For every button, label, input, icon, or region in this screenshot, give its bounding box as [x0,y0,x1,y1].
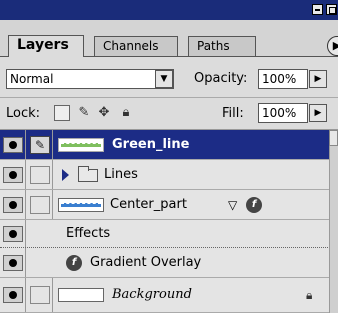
fill-input[interactable]: 100% [258,103,308,123]
scrollbar-thumb[interactable] [329,130,338,146]
layer-thumbnail [58,288,104,302]
effects-header-row[interactable]: Effects [0,220,338,248]
layer-name[interactable]: Lines [104,166,138,184]
effects-label: Effects [66,225,111,241]
blend-mode-value: Normal [10,72,54,86]
layer-lock-icon: 🔒︎ [306,288,313,302]
lock-transparency-icon[interactable] [54,105,70,121]
visibility-eye-icon[interactable] [3,196,23,213]
opacity-input[interactable]: 100% [258,69,308,89]
link-box[interactable] [30,286,50,304]
layer-list-scrollbar[interactable] [329,130,338,313]
layer-row-lines[interactable]: Lines [0,160,338,190]
effects-icon: f [246,196,262,213]
layer-name[interactable]: Center_part [110,196,187,214]
folder-icon [78,165,98,182]
blend-row: Normal ▼ Opacity: 100% ▶ [0,58,338,98]
layer-name[interactable]: Green_line [112,136,189,154]
layer-thumbnail [58,197,104,212]
palette-tabs: Layers Channels Paths ▶ [0,20,338,58]
fill-slider-arrow-icon[interactable]: ▶ [309,104,327,122]
blend-mode-dropdown-icon[interactable]: ▼ [155,70,173,88]
effects-collapse-icon[interactable]: ▽ [228,197,237,213]
brush-icon: ✎ [30,135,50,154]
lock-label: Lock: [6,106,41,121]
lock-paint-icon[interactable]: ✎ [76,105,92,121]
effect-name[interactable]: Gradient Overlay [90,254,201,272]
effect-row-gradient-overlay[interactable]: f Gradient Overlay [0,248,338,278]
tab-layers[interactable]: Layers [8,35,84,57]
layer-row-center-part[interactable]: Center_part ▽ f [0,190,338,220]
link-box[interactable] [30,165,50,184]
fill-label: Fill: [222,106,244,121]
layer-row-green-line[interactable]: ✎ Green_line [0,130,338,160]
opacity-slider-arrow-icon[interactable]: ▶ [309,70,327,88]
tab-paths[interactable]: Paths [188,36,256,56]
lock-row: Lock: ✎ ✥ 🔒︎ Fill: 100% ▶ [0,98,338,130]
visibility-eye-icon[interactable] [3,225,23,242]
close-button[interactable] [326,4,337,15]
palette-title-bar[interactable] [0,0,338,20]
expand-triangle-icon[interactable] [62,168,69,181]
effect-icon: f [66,254,82,271]
blend-mode-select[interactable]: Normal [6,69,174,89]
opacity-label: Opacity: [194,71,248,86]
minimize-button[interactable] [312,4,323,15]
link-box[interactable] [30,195,50,214]
visibility-eye-icon[interactable] [3,287,23,303]
lock-move-icon[interactable]: ✥ [96,105,112,121]
visibility-eye-icon[interactable] [3,136,23,153]
palette-menu-icon[interactable]: ▶ [327,36,338,56]
layer-thumbnail [58,137,104,152]
layers-palette: Layers Channels Paths ▶ Normal ▼ Opacity… [0,0,338,313]
lock-all-icon[interactable]: 🔒︎ [118,105,134,121]
layer-row-background[interactable]: Background 🔒︎ [0,278,338,313]
visibility-eye-icon[interactable] [3,166,23,183]
visibility-eye-icon[interactable] [3,254,23,271]
layer-name[interactable]: Background [112,286,192,304]
layer-list: ✎ Green_line Lines Center_part ▽ f Effec… [0,130,338,313]
tab-channels[interactable]: Channels [94,36,178,56]
